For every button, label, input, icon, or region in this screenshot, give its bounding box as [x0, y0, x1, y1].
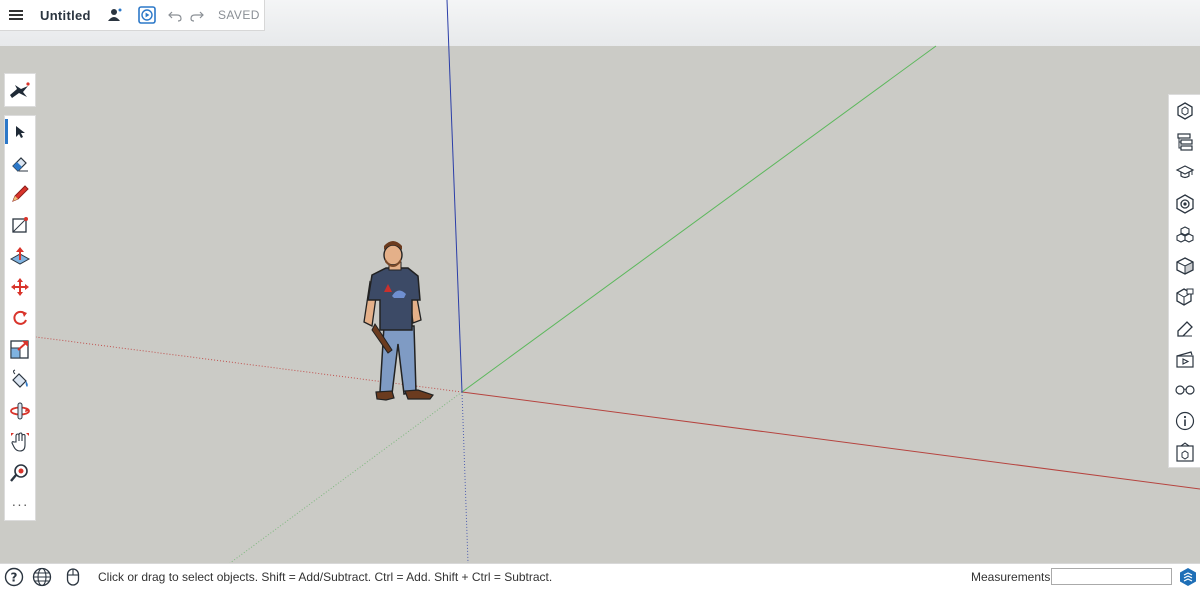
undo-icon[interactable]: [164, 4, 186, 26]
3d-warehouse-icon[interactable]: [1169, 436, 1200, 467]
blue-axis-dotted: [461, 391, 469, 563]
green-axis-solid: [461, 45, 937, 393]
tool-palette: ···: [4, 115, 36, 521]
tags-icon[interactable]: [1169, 312, 1200, 343]
rectangle-icon[interactable]: [5, 209, 35, 240]
move-icon[interactable]: [5, 271, 35, 302]
outliner-icon[interactable]: [1169, 126, 1200, 157]
styles-icon[interactable]: [1169, 250, 1200, 281]
document-title[interactable]: Untitled: [40, 8, 100, 23]
more-tools-label: ···: [11, 495, 29, 512]
green-axis-dotted: [229, 391, 463, 563]
push-pull-icon[interactable]: [5, 240, 35, 271]
play-icon[interactable]: [136, 4, 158, 26]
status-bar: ? Click or drag to select objects. Shift…: [0, 563, 1200, 589]
pan-hand-icon[interactable]: [5, 426, 35, 457]
modeling-viewport[interactable]: [0, 0, 1200, 563]
info-icon[interactable]: [1169, 405, 1200, 436]
user-add-icon[interactable]: [104, 4, 126, 26]
save-status: SAVED: [218, 8, 260, 22]
scenes-icon[interactable]: [1169, 281, 1200, 312]
rotate-icon[interactable]: [5, 302, 35, 333]
red-axis-solid: [461, 391, 1200, 490]
measurements-label: Measurements: [971, 570, 1051, 584]
mouse-icon[interactable]: [60, 564, 86, 589]
more-tools-button[interactable]: ···: [5, 488, 35, 519]
sketchup-logo-icon[interactable]: [4, 73, 36, 107]
top-header: Untitled SAVED: [0, 0, 265, 31]
orbit-icon[interactable]: [5, 395, 35, 426]
materials-icon[interactable]: [1169, 219, 1200, 250]
panels-tray: [1168, 94, 1200, 468]
measurements-input[interactable]: [1051, 568, 1172, 585]
animation-icon[interactable]: [1169, 343, 1200, 374]
hamburger-menu-icon[interactable]: [0, 0, 32, 31]
select-arrow-icon[interactable]: [5, 116, 35, 147]
help-icon[interactable]: ?: [1, 564, 27, 589]
status-message: Click or drag to select objects. Shift =…: [98, 569, 553, 584]
person-figure[interactable]: [363, 241, 434, 401]
entity-info-icon[interactable]: [1169, 95, 1200, 126]
instructor-icon[interactable]: [1169, 157, 1200, 188]
pencil-icon[interactable]: [5, 178, 35, 209]
redo-icon[interactable]: [186, 4, 208, 26]
eraser-icon[interactable]: [5, 147, 35, 178]
blue-axis-solid: [446, 0, 463, 393]
zoom-icon[interactable]: [5, 457, 35, 488]
scale-icon[interactable]: [5, 333, 35, 364]
svg-text:?: ?: [11, 570, 18, 584]
display-icon[interactable]: [1169, 374, 1200, 405]
sketchup-brand-icon[interactable]: [1178, 567, 1198, 589]
components-icon[interactable]: [1169, 188, 1200, 219]
paint-bucket-icon[interactable]: [5, 364, 35, 395]
globe-icon[interactable]: [29, 564, 55, 589]
